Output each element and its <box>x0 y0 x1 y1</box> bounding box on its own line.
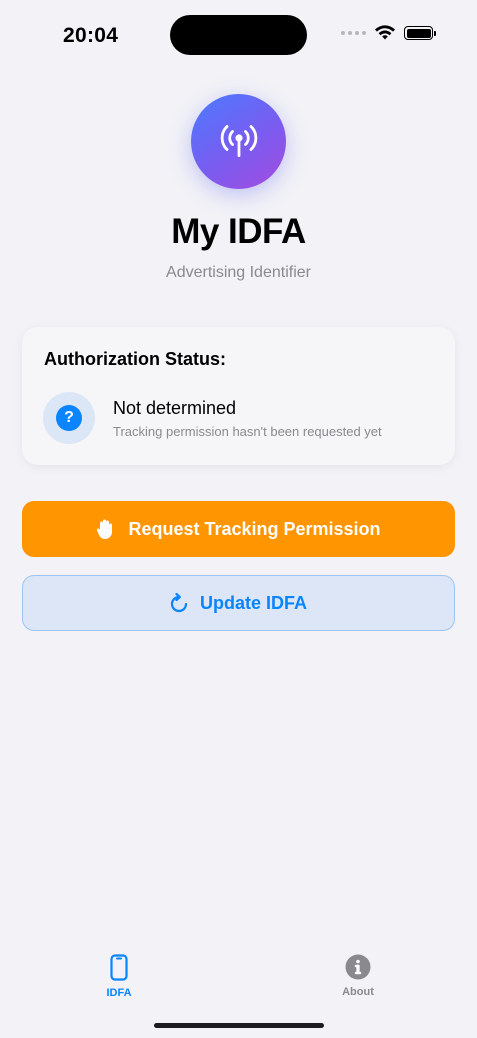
tab-label: IDFA <box>106 987 132 999</box>
page-title: My IDFA <box>171 212 306 251</box>
card-title: Authorization Status: <box>44 349 226 369</box>
arrow-clockwise-icon <box>170 593 188 613</box>
tab-about[interactable]: About <box>318 954 398 998</box>
request-tracking-permission-button[interactable]: Request Tracking Permission <box>22 501 455 557</box>
request-button-label: Request Tracking Permission <box>128 518 381 539</box>
update-button-label: Update IDFA <box>199 592 307 613</box>
status-description: Tracking permission hasn't been requeste… <box>113 424 382 439</box>
info-circle-icon <box>345 954 371 980</box>
dynamic-island <box>170 15 307 55</box>
status-value: Not determined <box>113 398 237 418</box>
home-indicator <box>154 1023 324 1028</box>
iphone-icon <box>110 954 128 981</box>
page-subtitle: Advertising Identifier <box>166 264 311 281</box>
antenna-radiowaves-icon <box>220 124 257 157</box>
app-icon <box>191 94 286 189</box>
status-time: 20:04 <box>63 24 119 47</box>
status-icons <box>341 25 436 41</box>
battery-icon <box>404 26 436 40</box>
status-bar: 20:04 <box>0 0 477 70</box>
authorization-status-card: Authorization Status: ? Not determined T… <box>22 327 455 465</box>
question-mark-circle-icon: ? <box>56 405 82 431</box>
update-idfa-button[interactable]: Update IDFA <box>22 575 455 631</box>
wifi-icon <box>375 25 395 40</box>
tab-label: About <box>342 986 374 998</box>
status-icon-container: ? <box>43 392 95 444</box>
cellular-signal-icon <box>341 31 366 35</box>
hand-raised-icon <box>97 519 113 539</box>
tab-idfa[interactable]: IDFA <box>79 954 159 999</box>
